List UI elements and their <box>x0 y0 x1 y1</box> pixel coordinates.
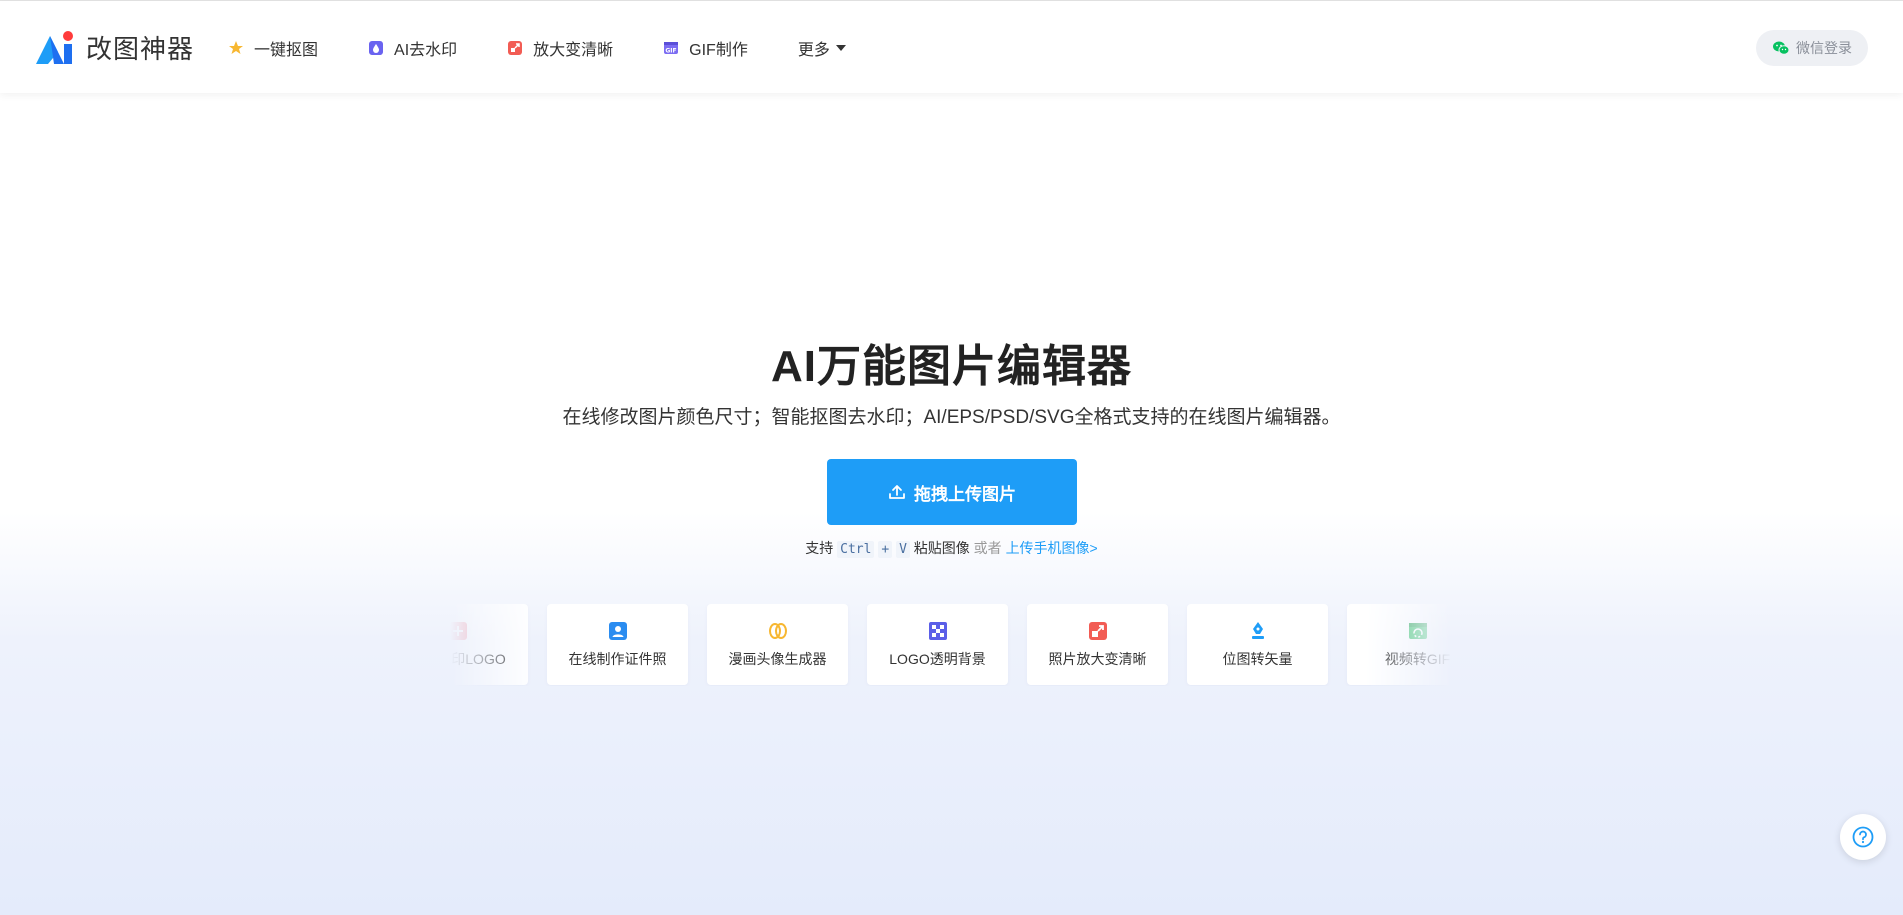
tool-label: 在线制作证件照 <box>568 650 667 667</box>
page-subtitle: 在线修改图片颜色尺寸；智能抠图去水印；AI/EPS/PSD/SVG全格式支持的在… <box>562 407 1341 428</box>
question-icon <box>1852 826 1874 848</box>
nav-item-label: AI去水印 <box>394 42 458 59</box>
tool-card-vector[interactable]: 位图转矢量 <box>1187 604 1328 685</box>
tool-label: 漫画头像生成器 <box>728 650 827 667</box>
tool-card-id-photo[interactable]: 在线制作证件照 <box>547 604 688 685</box>
top-navbar: 改图神器 一键抠图 AI去水印 放大变清晰 GIF GIF制作 更多 微信登录 <box>0 1 1903 93</box>
logo[interactable]: 改图神器 <box>34 29 194 66</box>
nav-item-label: GIF制作 <box>689 42 748 59</box>
tool-label: LOGO透明背景 <box>889 650 986 667</box>
v-key: V <box>896 541 910 558</box>
upload-label: 拖拽上传图片 <box>914 484 1016 504</box>
nav-item-more[interactable]: 更多 <box>798 37 846 59</box>
logo-text: 改图神器 <box>86 34 195 64</box>
tool-carousel: 添加水印LOGO 在线制作证件照 漫画头像生成器 <box>450 604 1453 686</box>
tool-card-transparent-bg[interactable]: LOGO透明背景 <box>867 604 1008 685</box>
nav-item-label: 放大变清晰 <box>533 42 614 59</box>
upload-icon <box>889 485 905 499</box>
nav-more-label: 更多 <box>797 42 830 59</box>
tip-paste: 粘贴图像 <box>913 540 970 556</box>
main-nav: 一键抠图 AI去水印 放大变清晰 GIF GIF制作 更多 <box>228 37 896 59</box>
tool-card-add-watermark[interactable]: 添加水印LOGO <box>450 604 528 685</box>
logo-icon <box>34 30 80 66</box>
tool-label: 视频转GIF <box>1384 650 1451 667</box>
help-button[interactable] <box>1840 814 1886 860</box>
nav-item-label: 一键抠图 <box>254 42 319 59</box>
tool-label: 照片放大变清晰 <box>1048 650 1147 667</box>
watermark-remove-icon <box>368 40 384 56</box>
photo-enlarge-icon <box>1088 621 1107 640</box>
tip-prefix: 支持 <box>805 540 834 556</box>
video-gif-icon <box>1408 622 1427 639</box>
nav-item-watermark[interactable]: AI去水印 <box>368 37 457 59</box>
vector-pen-icon <box>1251 621 1264 639</box>
tool-card-cartoon-avatar[interactable]: 漫画头像生成器 <box>707 604 848 685</box>
tool-card-video-gif[interactable]: 视频转GIF <box>1347 604 1453 685</box>
upload-button[interactable]: 拖拽上传图片 <box>827 459 1077 525</box>
page-title: AI万能图片编辑器 <box>771 342 1132 391</box>
mobile-upload-link[interactable]: 上传手机图像> <box>1006 540 1098 556</box>
enlarge-icon <box>507 40 523 56</box>
tool-card-photo-enlarge[interactable]: 照片放大变清晰 <box>1027 604 1168 685</box>
nav-item-gif[interactable]: GIF GIF制作 <box>663 37 748 59</box>
cartoon-avatar-icon <box>768 622 787 639</box>
login-label: 微信登录 <box>1796 40 1852 56</box>
gif-icon: GIF <box>663 40 679 56</box>
add-watermark-icon <box>450 621 467 640</box>
tool-track: 添加水印LOGO 在线制作证件照 漫画头像生成器 <box>450 604 1453 685</box>
chevron-down-icon <box>835 45 846 51</box>
plus-sign: + <box>878 541 893 558</box>
ctrl-key: Ctrl <box>837 541 875 558</box>
tool-label: 位图转矢量 <box>1222 650 1293 667</box>
id-photo-icon <box>608 621 627 640</box>
cutout-icon <box>228 40 244 56</box>
wechat-icon <box>1773 41 1790 55</box>
transparent-bg-icon <box>928 621 947 640</box>
tool-label: 添加水印LOGO <box>450 650 506 667</box>
svg-text:GIF: GIF <box>666 48 677 55</box>
nav-item-enlarge[interactable]: 放大变清晰 <box>507 37 613 59</box>
tip-or: 或者 <box>973 540 1002 556</box>
paste-tip: 支持 Ctrl + V 粘贴图像 或者 上传手机图像> <box>0 538 1903 558</box>
wechat-login-button[interactable]: 微信登录 <box>1756 30 1868 66</box>
nav-item-cutout[interactable]: 一键抠图 <box>228 37 318 59</box>
